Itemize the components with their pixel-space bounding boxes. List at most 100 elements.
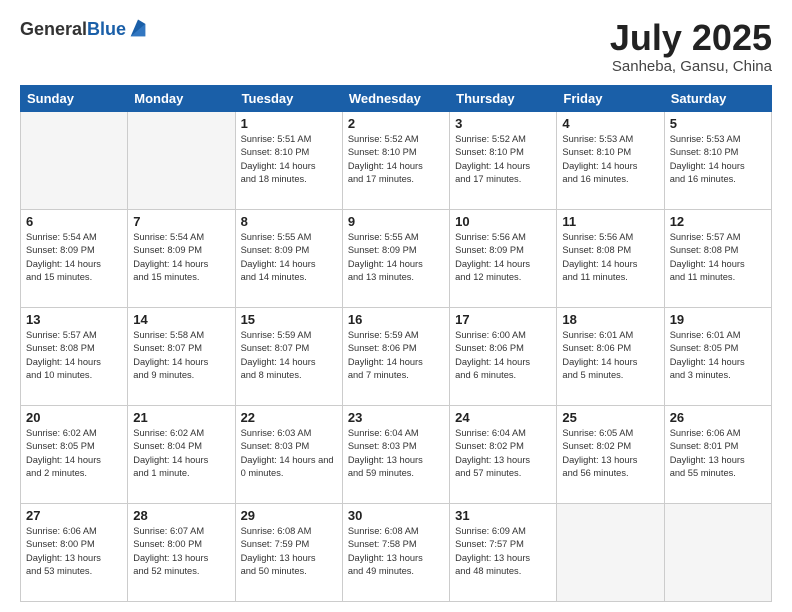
weekday-header-thursday: Thursday: [450, 85, 557, 111]
day-info: Sunrise: 5:57 AMSunset: 8:08 PMDaylight:…: [26, 329, 122, 383]
calendar-cell: 31 Sunrise: 6:09 AMSunset: 7:57 PMDayligh…: [450, 503, 557, 601]
calendar-cell: 2 Sunrise: 5:52 AMSunset: 8:10 PMDaylight…: [342, 111, 449, 209]
calendar-cell: 12Sunrise: 5:57 AMSunset: 8:08 PMDayligh…: [664, 209, 771, 307]
calendar-cell: [664, 503, 771, 601]
calendar-cell: 7 Sunrise: 5:54 AMSunset: 8:09 PMDaylight…: [128, 209, 235, 307]
calendar-title: July 2025: [610, 18, 772, 58]
day-number: 8: [241, 214, 337, 229]
day-number: 25: [562, 410, 658, 425]
calendar-cell: 21 Sunrise: 6:02 AMSunset: 8:04 PMDayligh…: [128, 405, 235, 503]
calendar-subtitle: Sanheba, Gansu, China: [610, 58, 772, 75]
day-info: Sunrise: 5:59 AMSunset: 8:07 PMDaylight:…: [241, 329, 337, 383]
weekday-header-row: SundayMondayTuesdayWednesdayThursdayFrid…: [21, 85, 772, 111]
day-number: 3: [455, 116, 551, 131]
day-info: Sunrise: 5:55 AMSunset: 8:09 PMDaylight:…: [348, 231, 444, 285]
calendar-cell: 1Sunrise: 5:51 AMSunset: 8:10 PMDaylight…: [235, 111, 342, 209]
calendar-cell: 4 Sunrise: 5:53 AMSunset: 8:10 PMDaylight…: [557, 111, 664, 209]
calendar-cell: 24 Sunrise: 6:04 AMSunset: 8:02 PMDayligh…: [450, 405, 557, 503]
week-row-3: 13 Sunrise: 5:57 AMSunset: 8:08 PMDayligh…: [21, 307, 772, 405]
day-number: 18: [562, 312, 658, 327]
calendar-cell: 13 Sunrise: 5:57 AMSunset: 8:08 PMDayligh…: [21, 307, 128, 405]
calendar-cell: 15Sunrise: 5:59 AMSunset: 8:07 PMDayligh…: [235, 307, 342, 405]
day-info: Sunrise: 6:04 AMSunset: 8:03 PMDaylight:…: [348, 427, 444, 481]
calendar-cell: 26 Sunrise: 6:06 AMSunset: 8:01 PMDayligh…: [664, 405, 771, 503]
day-info: Sunrise: 5:56 AMSunset: 8:08 PMDaylight:…: [562, 231, 658, 285]
day-info: Sunrise: 5:52 AMSunset: 8:10 PMDaylight:…: [455, 133, 551, 187]
day-number: 7: [133, 214, 229, 229]
day-info: Sunrise: 6:05 AMSunset: 8:02 PMDaylight:…: [562, 427, 658, 481]
day-info: Sunrise: 5:54 AMSunset: 8:09 PMDaylight:…: [26, 231, 122, 285]
calendar-page: GeneralBlue July 2025 Sanheba, Gansu, Ch…: [0, 0, 792, 612]
calendar-cell: 29Sunrise: 6:08 AMSunset: 7:59 PMDayligh…: [235, 503, 342, 601]
day-info: Sunrise: 5:52 AMSunset: 8:10 PMDaylight:…: [348, 133, 444, 187]
calendar-cell: 18 Sunrise: 6:01 AMSunset: 8:06 PMDayligh…: [557, 307, 664, 405]
calendar-cell: 22 Sunrise: 6:03 AMSunset: 8:03 PMDayligh…: [235, 405, 342, 503]
day-info: Sunrise: 6:02 AMSunset: 8:04 PMDaylight:…: [133, 427, 229, 481]
day-number: 11: [562, 214, 658, 229]
day-info: Sunrise: 6:09 AMSunset: 7:57 PMDaylight:…: [455, 525, 551, 579]
calendar-cell: 9 Sunrise: 5:55 AMSunset: 8:09 PMDaylight…: [342, 209, 449, 307]
calendar-cell: 27Sunrise: 6:06 AMSunset: 8:00 PMDayligh…: [21, 503, 128, 601]
week-row-5: 27Sunrise: 6:06 AMSunset: 8:00 PMDayligh…: [21, 503, 772, 601]
weekday-header-tuesday: Tuesday: [235, 85, 342, 111]
day-number: 26: [670, 410, 766, 425]
logo-icon: [127, 18, 149, 40]
title-section: July 2025 Sanheba, Gansu, China: [610, 18, 772, 75]
day-info: Sunrise: 5:58 AMSunset: 8:07 PMDaylight:…: [133, 329, 229, 383]
calendar-table: SundayMondayTuesdayWednesdayThursdayFrid…: [20, 85, 772, 602]
day-info: Sunrise: 6:08 AMSunset: 7:58 PMDaylight:…: [348, 525, 444, 579]
day-info: Sunrise: 5:59 AMSunset: 8:06 PMDaylight:…: [348, 329, 444, 383]
calendar-cell: 20 Sunrise: 6:02 AMSunset: 8:05 PMDayligh…: [21, 405, 128, 503]
day-info: Sunrise: 5:53 AMSunset: 8:10 PMDaylight:…: [562, 133, 658, 187]
day-info: Sunrise: 6:06 AMSunset: 8:00 PMDaylight:…: [26, 525, 122, 579]
logo: GeneralBlue: [20, 18, 149, 40]
day-number: 30: [348, 508, 444, 523]
day-info: Sunrise: 6:01 AMSunset: 8:06 PMDaylight:…: [562, 329, 658, 383]
day-info: Sunrise: 6:02 AMSunset: 8:05 PMDaylight:…: [26, 427, 122, 481]
calendar-cell: [21, 111, 128, 209]
weekday-header-friday: Friday: [557, 85, 664, 111]
day-info: Sunrise: 6:06 AMSunset: 8:01 PMDaylight:…: [670, 427, 766, 481]
calendar-cell: 25 Sunrise: 6:05 AMSunset: 8:02 PMDayligh…: [557, 405, 664, 503]
day-info: Sunrise: 6:01 AMSunset: 8:05 PMDaylight:…: [670, 329, 766, 383]
calendar-cell: 30 Sunrise: 6:08 AMSunset: 7:58 PMDayligh…: [342, 503, 449, 601]
day-info: Sunrise: 6:07 AMSunset: 8:00 PMDaylight:…: [133, 525, 229, 579]
day-number: 28: [133, 508, 229, 523]
day-number: 24: [455, 410, 551, 425]
day-number: 1: [241, 116, 337, 131]
weekday-header-saturday: Saturday: [664, 85, 771, 111]
calendar-cell: 6 Sunrise: 5:54 AMSunset: 8:09 PMDaylight…: [21, 209, 128, 307]
calendar-cell: 23 Sunrise: 6:04 AMSunset: 8:03 PMDayligh…: [342, 405, 449, 503]
day-number: 20: [26, 410, 122, 425]
day-number: 29: [241, 508, 337, 523]
header: GeneralBlue July 2025 Sanheba, Gansu, Ch…: [20, 18, 772, 75]
day-number: 12: [670, 214, 766, 229]
day-info: Sunrise: 5:56 AMSunset: 8:09 PMDaylight:…: [455, 231, 551, 285]
day-info: Sunrise: 6:00 AMSunset: 8:06 PMDaylight:…: [455, 329, 551, 383]
day-number: 5: [670, 116, 766, 131]
day-number: 9: [348, 214, 444, 229]
day-info: Sunrise: 5:54 AMSunset: 8:09 PMDaylight:…: [133, 231, 229, 285]
day-number: 6: [26, 214, 122, 229]
day-number: 22: [241, 410, 337, 425]
calendar-cell: 28 Sunrise: 6:07 AMSunset: 8:00 PMDayligh…: [128, 503, 235, 601]
day-number: 21: [133, 410, 229, 425]
calendar-cell: 8 Sunrise: 5:55 AMSunset: 8:09 PMDaylight…: [235, 209, 342, 307]
calendar-cell: 5 Sunrise: 5:53 AMSunset: 8:10 PMDaylight…: [664, 111, 771, 209]
day-number: 13: [26, 312, 122, 327]
day-number: 23: [348, 410, 444, 425]
day-number: 14: [133, 312, 229, 327]
day-number: 10: [455, 214, 551, 229]
day-info: Sunrise: 5:53 AMSunset: 8:10 PMDaylight:…: [670, 133, 766, 187]
day-number: 4: [562, 116, 658, 131]
day-info: Sunrise: 6:03 AMSunset: 8:03 PMDaylight:…: [241, 427, 337, 481]
day-number: 31: [455, 508, 551, 523]
calendar-cell: 11 Sunrise: 5:56 AMSunset: 8:08 PMDayligh…: [557, 209, 664, 307]
day-info: Sunrise: 5:55 AMSunset: 8:09 PMDaylight:…: [241, 231, 337, 285]
week-row-4: 20 Sunrise: 6:02 AMSunset: 8:05 PMDayligh…: [21, 405, 772, 503]
calendar-cell: [557, 503, 664, 601]
calendar-cell: 16Sunrise: 5:59 AMSunset: 8:06 PMDayligh…: [342, 307, 449, 405]
calendar-cell: [128, 111, 235, 209]
day-info: Sunrise: 6:04 AMSunset: 8:02 PMDaylight:…: [455, 427, 551, 481]
day-number: 2: [348, 116, 444, 131]
